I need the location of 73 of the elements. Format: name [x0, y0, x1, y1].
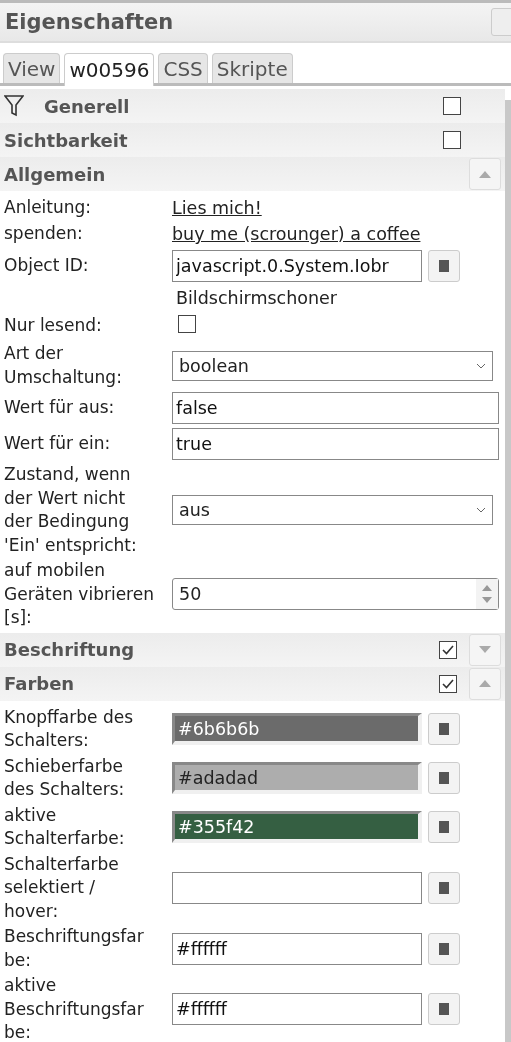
checkbox[interactable] — [443, 131, 461, 149]
field-label: Zustand, wenn der Wert nicht der Bedingung 'Ein' entspricht: — [4, 463, 138, 557]
section-title: Allgemein — [4, 163, 107, 185]
spinner-icon[interactable] — [476, 579, 498, 610]
section-title: Beschriftung — [4, 639, 136, 660]
panel-handle[interactable] — [491, 8, 511, 36]
field-label: Nur lesend: — [4, 314, 103, 338]
section-title: Farben — [4, 673, 76, 694]
picker-button[interactable] — [428, 811, 460, 843]
picker-button[interactable] — [428, 762, 460, 794]
picker-button[interactable] — [428, 871, 460, 904]
color-field[interactable] — [172, 871, 422, 904]
input-field[interactable]: javascript.0.System.Iobr — [172, 250, 422, 282]
color-field[interactable]: #ffffff — [172, 993, 422, 1026]
color-field[interactable]: #ffffff — [172, 932, 422, 965]
picker-icon — [439, 772, 449, 784]
picker-button[interactable] — [428, 713, 460, 745]
section-title: Sichtbarkeit — [4, 129, 129, 151]
field-label: Wert für aus: — [4, 396, 116, 420]
number-field[interactable]: 50 — [172, 578, 499, 611]
input-field[interactable]: false — [172, 392, 499, 424]
select-field[interactable]: aus — [172, 495, 493, 525]
section-header[interactable]: Beschriftung — [0, 632, 505, 667]
field-label: Art der Umschaltung: — [4, 342, 123, 389]
field-label: Schieberfarbe des Schalters: — [4, 754, 126, 801]
field-label: Beschriftungsfarbe: — [4, 925, 145, 972]
checkbox[interactable] — [439, 674, 457, 693]
field-label: aktive Schalterfarbe: — [4, 803, 126, 850]
field-label: Anleitung: — [4, 196, 93, 220]
chevron-icon — [476, 507, 486, 513]
tab[interactable]: View — [3, 53, 61, 83]
filter-icon[interactable] — [4, 95, 24, 117]
field-label: Knopffarbe des Schalters: — [4, 705, 134, 752]
checkbox[interactable] — [178, 315, 196, 333]
picker-icon — [439, 821, 449, 833]
tab[interactable]: w00596 — [64, 53, 155, 86]
checkbox[interactable] — [439, 640, 457, 659]
up-arrow-icon — [479, 170, 491, 178]
field-label: Schalterfarbe selektiert / hover: — [4, 852, 120, 923]
checkbox[interactable] — [443, 97, 461, 115]
tab[interactable]: Skripte — [211, 53, 293, 83]
picker-icon — [439, 723, 449, 735]
picker-icon — [439, 881, 449, 894]
field-label: auf mobilen Geräten vibrieren [s]: — [4, 559, 154, 629]
chevron-icon — [476, 362, 486, 369]
up-arrow-icon — [479, 680, 491, 687]
field-label: aktive Beschriftungsfarbe: — [4, 974, 145, 1042]
panel-title: Eigenschaften — [5, 10, 174, 34]
color-field[interactable]: #adadad — [172, 762, 422, 794]
color-field[interactable]: #6b6b6b — [172, 713, 422, 745]
down-arrow-icon — [479, 646, 491, 653]
picker-button[interactable] — [428, 993, 460, 1026]
section-title: Generell — [44, 95, 131, 117]
scrollbar[interactable] — [505, 100, 511, 1042]
object-name: Bildschirmschoner — [176, 288, 338, 308]
picker-icon — [439, 1003, 449, 1016]
section-header[interactable]: Sichtbarkeit — [0, 123, 505, 157]
picker-icon — [439, 260, 449, 272]
color-field[interactable]: #355f42 — [172, 811, 422, 843]
tab[interactable]: CSS — [158, 53, 208, 83]
link[interactable]: buy me (scrounger) a coffee — [172, 224, 421, 244]
section-header[interactable]: Generell — [0, 89, 505, 123]
link[interactable]: Lies mich! — [172, 198, 262, 218]
picker-button[interactable] — [428, 250, 460, 282]
section-header[interactable]: Allgemein — [0, 157, 505, 191]
input-field[interactable]: true — [172, 428, 499, 460]
select-field[interactable]: boolean — [172, 350, 493, 381]
field-label: spenden: — [4, 222, 84, 246]
section-header[interactable]: Farben — [0, 666, 505, 701]
field-label: Object ID: — [4, 254, 90, 278]
picker-button[interactable] — [428, 932, 460, 965]
picker-icon — [439, 942, 449, 955]
field-label: Wert für ein: — [4, 432, 112, 456]
